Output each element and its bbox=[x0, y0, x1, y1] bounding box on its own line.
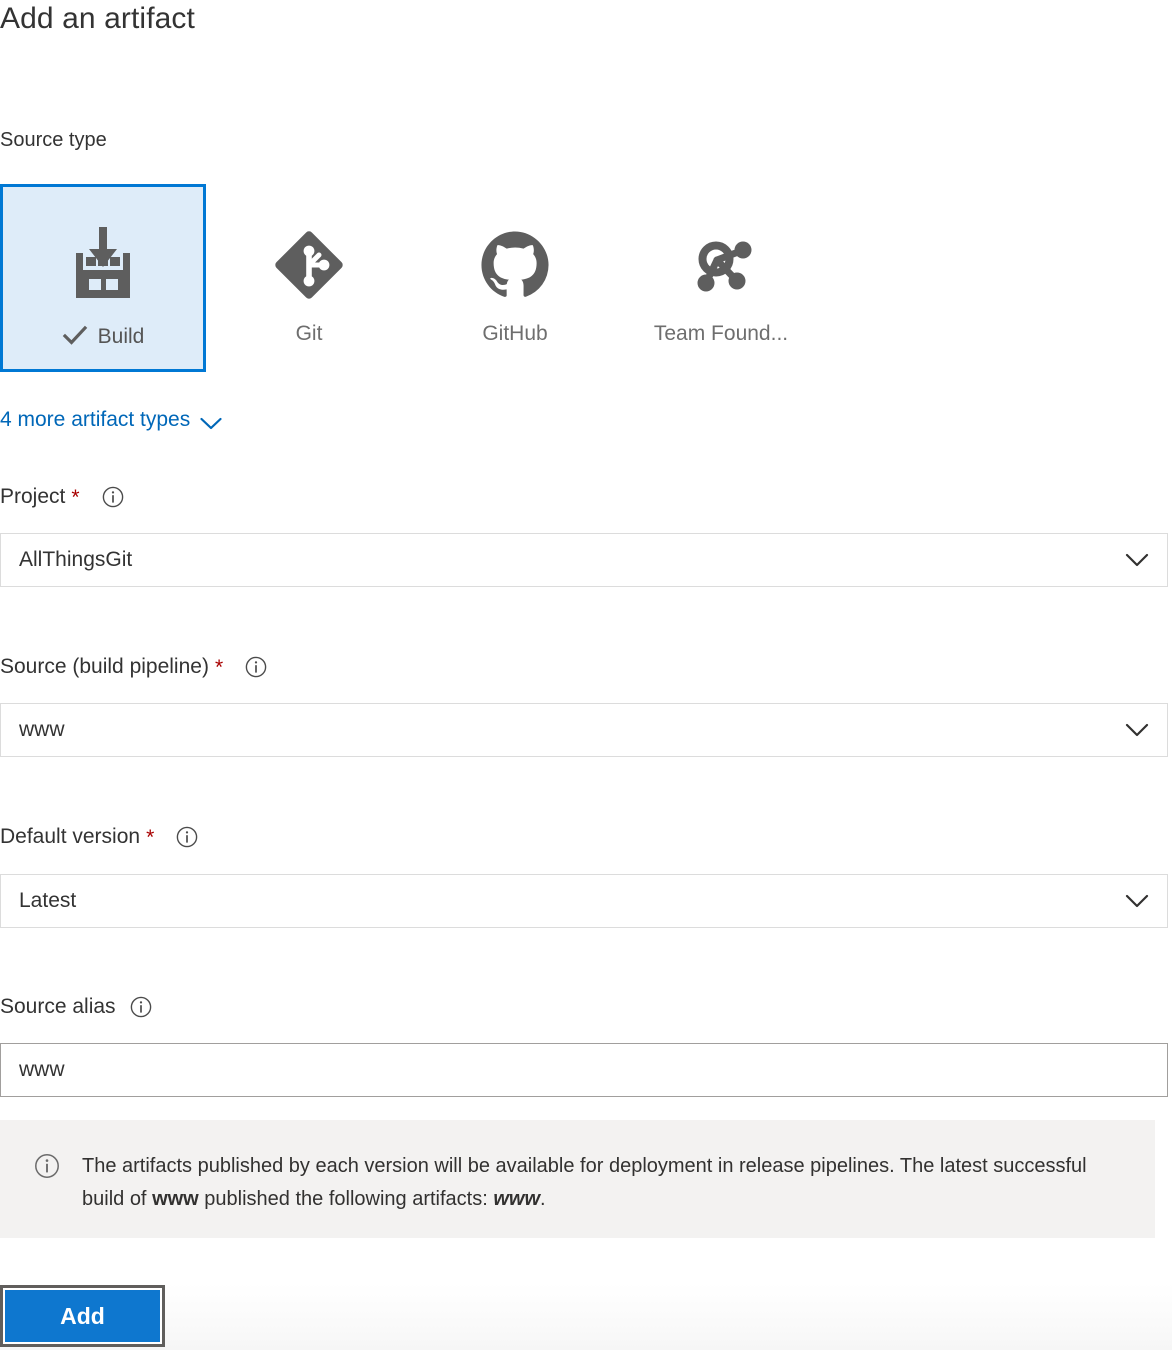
git-icon bbox=[273, 209, 345, 321]
chevron-down-icon[interactable] bbox=[1107, 723, 1167, 738]
source-type-tile-git-label: Git bbox=[295, 322, 323, 345]
source-pipeline-value: www bbox=[19, 718, 65, 741]
source-alias-value: www bbox=[19, 1058, 65, 1081]
source-type-tile-team-foundation[interactable]: Team Found... bbox=[618, 184, 824, 372]
info-icon[interactable] bbox=[102, 486, 124, 508]
source-type-tile-github-label: GitHub bbox=[482, 322, 548, 345]
github-icon bbox=[480, 209, 550, 321]
source-type-tile-git-caption: Git bbox=[296, 323, 323, 344]
info-message-part2: published the following artifacts: bbox=[198, 1188, 494, 1210]
default-version-value: Latest bbox=[19, 889, 77, 912]
add-button[interactable]: Add bbox=[5, 1290, 160, 1342]
info-message-pipeline-name: www bbox=[152, 1188, 199, 1210]
source-pipeline-required-marker: * bbox=[214, 655, 224, 679]
build-icon bbox=[67, 209, 139, 321]
project-label-text: Project bbox=[0, 485, 66, 508]
source-type-tile-git[interactable]: Git bbox=[206, 184, 412, 372]
source-type-tile-team-foundation-caption: Team Found... bbox=[654, 323, 788, 344]
info-message-artifact-name: www bbox=[493, 1188, 541, 1210]
info-icon bbox=[34, 1153, 60, 1179]
source-type-label: Source type bbox=[0, 129, 107, 151]
source-pipeline-label-text: Source (build pipeline) bbox=[0, 655, 209, 678]
source-type-tile-team-foundation-label: Team Found... bbox=[653, 322, 789, 345]
source-pipeline-label: Source (build pipeline) * bbox=[0, 655, 267, 679]
info-icon[interactable] bbox=[176, 826, 198, 848]
project-value: AllThingsGit bbox=[19, 548, 133, 571]
check-icon bbox=[62, 323, 88, 349]
team-foundation-icon bbox=[685, 209, 757, 321]
info-message-part3: . bbox=[540, 1188, 546, 1210]
source-type-tiles: Build Git GitHub Team Found... bbox=[0, 184, 824, 372]
add-artifact-panel: Add an artifact Source type Build Git Gi… bbox=[0, 0, 1172, 1350]
source-type-tile-build-caption: Build bbox=[62, 323, 145, 349]
add-button-focus-ring: Add bbox=[0, 1285, 165, 1347]
source-pipeline-dropdown[interactable]: www bbox=[0, 703, 1168, 757]
page-title: Add an artifact bbox=[0, 2, 195, 35]
source-alias-label-text: Source alias bbox=[0, 995, 116, 1018]
info-message-bar: The artifacts published by each version … bbox=[0, 1120, 1155, 1238]
source-alias-field[interactable]: www bbox=[0, 1043, 1168, 1097]
project-dropdown[interactable]: AllThingsGit bbox=[0, 533, 1168, 587]
source-type-tile-github[interactable]: GitHub bbox=[412, 184, 618, 372]
chevron-down-icon[interactable] bbox=[1107, 894, 1167, 909]
default-version-label: Default version * bbox=[0, 825, 198, 849]
chevron-down-icon[interactable] bbox=[1107, 553, 1167, 568]
project-label: Project * bbox=[0, 485, 124, 509]
default-version-label-text: Default version bbox=[0, 825, 141, 848]
info-icon[interactable] bbox=[130, 996, 152, 1018]
info-message-text: The artifacts published by each version … bbox=[82, 1150, 1131, 1216]
source-type-tile-build[interactable]: Build bbox=[0, 184, 206, 372]
project-required-marker: * bbox=[71, 485, 80, 509]
info-icon[interactable] bbox=[245, 656, 267, 678]
default-version-required-marker: * bbox=[146, 825, 155, 849]
default-version-dropdown[interactable]: Latest bbox=[0, 874, 1168, 928]
source-alias-label: Source alias bbox=[0, 995, 152, 1019]
footer-bar bbox=[0, 1283, 1172, 1350]
chevron-down-icon bbox=[200, 413, 222, 430]
source-type-tile-github-caption: GitHub bbox=[482, 323, 547, 344]
more-artifact-types-label: 4 more artifact types bbox=[0, 408, 191, 431]
source-type-tile-build-label: Build bbox=[97, 324, 145, 348]
more-artifact-types-link[interactable]: 4 more artifact types bbox=[0, 408, 222, 432]
